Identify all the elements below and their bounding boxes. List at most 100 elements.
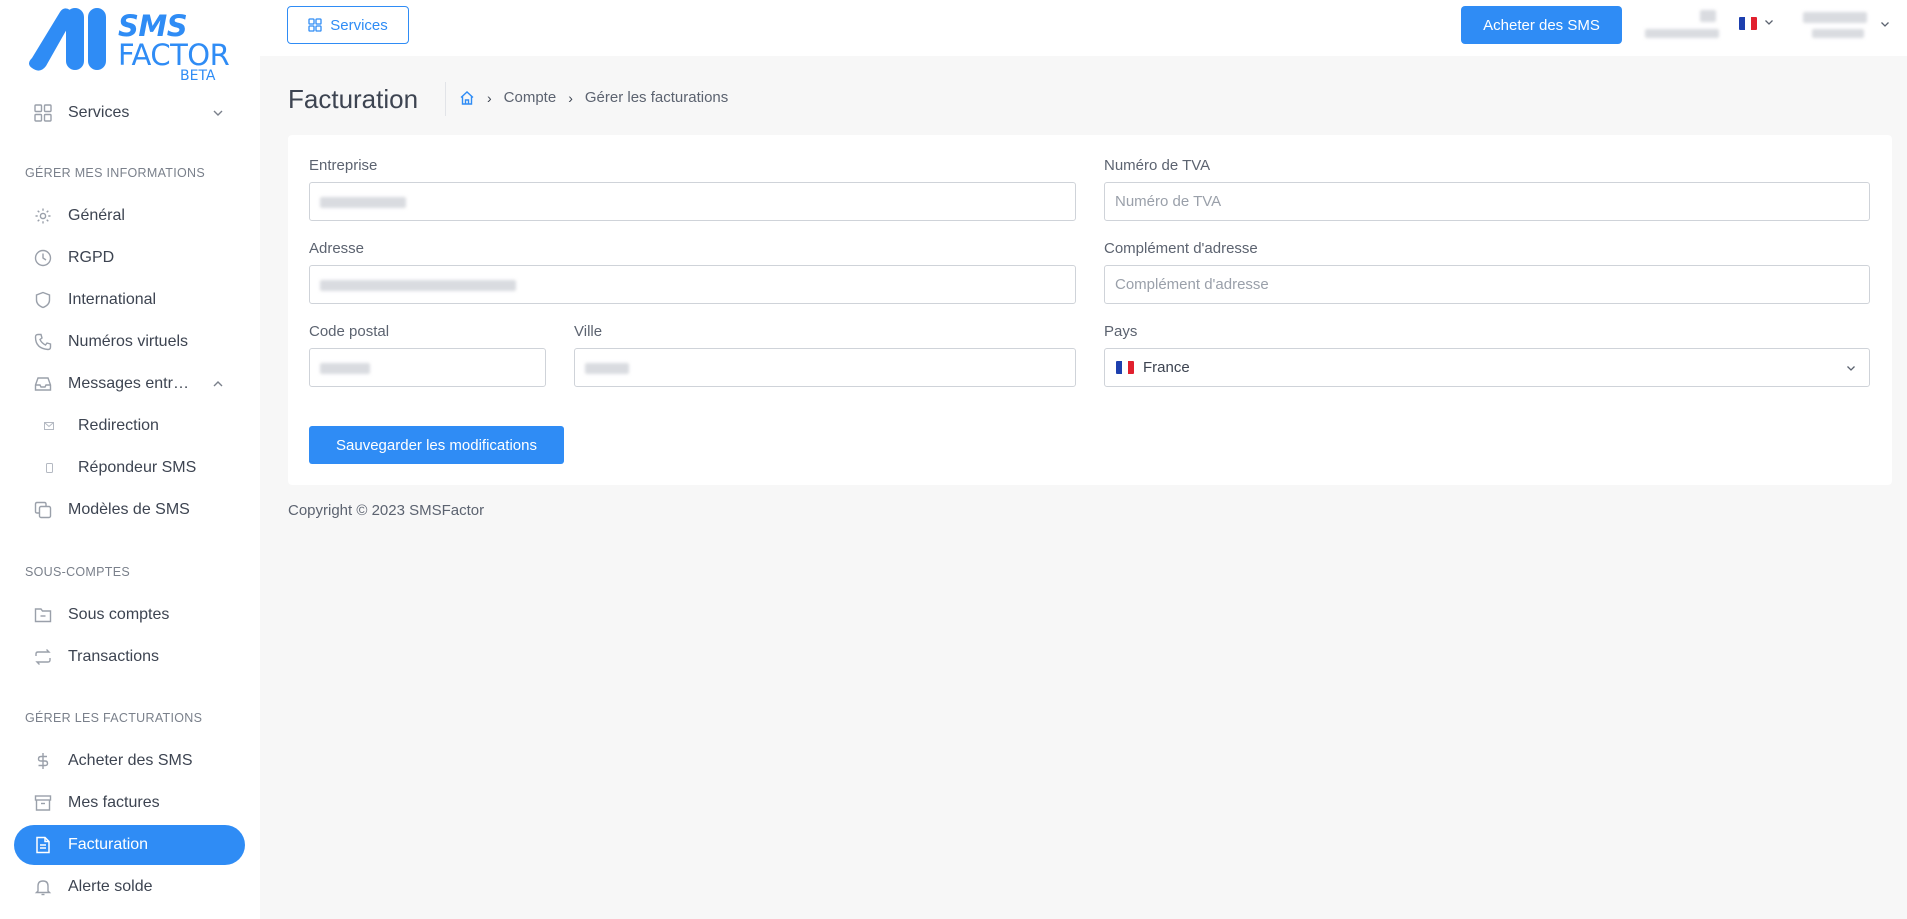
sidebar-item-label: RGPD	[68, 249, 115, 266]
sidebar-item-label: Services	[68, 104, 130, 121]
sidebar-item-numeros-virtuels[interactable]: Numéros virtuels	[14, 322, 245, 362]
gear-icon	[34, 207, 52, 225]
sidebar-item-label: Acheter des SMS	[68, 752, 193, 769]
ville-field[interactable]	[574, 348, 1076, 387]
code-postal-field[interactable]	[309, 348, 546, 387]
code-postal-value-redacted	[320, 363, 370, 374]
sidebar-item-label: International	[68, 291, 157, 308]
sidebar-item-transactions[interactable]: Transactions	[14, 637, 245, 677]
folder-icon	[34, 606, 52, 624]
entreprise-label: Entreprise	[309, 157, 378, 174]
breadcrumb-separator: ›	[487, 89, 492, 106]
header-divider	[445, 82, 446, 116]
sidebar-item-label: Sous comptes	[68, 606, 170, 623]
adresse-label: Adresse	[309, 240, 365, 257]
sidebar-item-label: Facturation	[68, 836, 149, 853]
chevron-down-icon	[1881, 22, 1889, 27]
chevron-up-icon	[213, 381, 223, 387]
shield-icon	[34, 291, 52, 309]
sidebar-item-facturation[interactable]: Facturation	[14, 825, 245, 865]
entreprise-value-redacted	[320, 197, 406, 208]
page-title: Facturation	[288, 84, 419, 114]
breadcrumb: › Compte › Gérer les facturations	[459, 89, 728, 106]
sidebar-item-label: Modèles de SMS	[68, 501, 190, 518]
archive-icon	[34, 794, 52, 812]
logo-text-factor: FACTOR	[118, 38, 230, 72]
breadcrumb-item-compte[interactable]: Compte	[504, 89, 557, 106]
entreprise-field[interactable]	[309, 182, 1076, 221]
balance-label-redacted	[1645, 29, 1719, 38]
services-button-label: Services	[330, 16, 388, 34]
pays-selected-value: France	[1143, 359, 1190, 376]
sidebar-item-sous-comptes[interactable]: Sous comptes	[14, 595, 245, 635]
france-flag-icon	[1739, 17, 1757, 30]
sidebar-item-label: Transactions	[68, 648, 159, 665]
clock-icon	[34, 249, 52, 267]
sidebar-item-services[interactable]: Services	[14, 93, 245, 133]
breadcrumb-separator: ›	[568, 89, 573, 106]
brand-logo[interactable]: SMS FACTOR BETA	[26, 6, 230, 86]
grid-icon	[34, 104, 52, 122]
pays-label: Pays	[1104, 323, 1138, 340]
mobile-icon	[44, 463, 54, 473]
copyright-text: Copyright © 2023 SMSFactor	[288, 502, 485, 519]
section-label-info: GÉRER MES INFORMATIONS	[25, 166, 205, 180]
logo-text-sms: SMS	[118, 9, 188, 43]
sidebar-item-label: Messages entr…	[68, 375, 189, 392]
sidebar-item-general[interactable]: Général	[14, 196, 245, 236]
sidebar-item-rgpd[interactable]: RGPD	[14, 238, 245, 278]
sidebar-item-label: Répondeur SMS	[78, 459, 197, 476]
complement-label: Complément d'adresse	[1104, 240, 1258, 257]
repeat-icon	[34, 648, 52, 666]
sidebar: SMS FACTOR BETA Services GÉRER MES INFOR…	[0, 0, 260, 919]
save-button[interactable]: Sauvegarder les modifications	[309, 426, 564, 464]
logo-icon	[29, 8, 106, 71]
inbox-icon	[34, 375, 52, 393]
sidebar-item-label: Alerte solde	[68, 878, 153, 895]
ville-label: Ville	[574, 323, 603, 340]
adresse-value-redacted	[320, 280, 516, 291]
sidebar-item-international[interactable]: International	[14, 280, 245, 320]
copy-icon	[34, 501, 52, 519]
chevron-down-icon	[1847, 366, 1855, 371]
sidebar-item-alerte-solde[interactable]: Alerte solde	[14, 867, 245, 907]
sidebar-subitem-redirection[interactable]: Redirection	[14, 406, 245, 446]
code-postal-label: Code postal	[309, 323, 390, 340]
sidebar-item-label: Général	[68, 207, 125, 224]
chevron-down-icon	[213, 110, 223, 116]
home-icon[interactable]	[459, 90, 475, 106]
beta-badge: BETA	[180, 68, 216, 84]
bell-icon	[34, 878, 52, 896]
file-text-icon	[34, 836, 52, 854]
sidebar-item-modeles[interactable]: Modèles de SMS	[14, 490, 245, 530]
ville-value-redacted	[585, 363, 629, 374]
dollar-icon	[34, 752, 52, 770]
complement-field[interactable]	[1104, 265, 1870, 304]
sidebar-item-label: Numéros virtuels	[68, 333, 189, 350]
pays-select[interactable]: France	[1104, 348, 1870, 387]
section-label-billing: GÉRER LES FACTURATIONS	[25, 711, 203, 725]
sidebar-subitem-repondeur[interactable]: Répondeur SMS	[14, 448, 245, 488]
breadcrumb-item-current: Gérer les facturations	[584, 89, 729, 106]
france-flag-icon	[1116, 361, 1134, 374]
tva-field[interactable]	[1104, 182, 1870, 221]
buy-sms-button-label: Acheter des SMS	[1483, 16, 1600, 34]
sidebar-item-acheter[interactable]: Acheter des SMS	[14, 741, 245, 781]
user-role-redacted	[1812, 29, 1864, 38]
user-name-redacted	[1803, 12, 1867, 23]
mail-icon	[44, 421, 54, 431]
phone-icon	[34, 333, 52, 351]
save-button-label: Sauvegarder les modifications	[336, 436, 537, 454]
balance-redacted	[1700, 10, 1716, 22]
sidebar-item-label: Mes factures	[68, 794, 160, 811]
sidebar-item-label: Redirection	[78, 417, 159, 434]
adresse-field[interactable]	[309, 265, 1076, 304]
sidebar-item-mes-factures[interactable]: Mes factures	[14, 783, 245, 823]
buy-sms-button[interactable]: Acheter des SMS	[1461, 6, 1622, 44]
section-label-subaccounts: SOUS-COMPTES	[25, 565, 130, 579]
grid-icon	[308, 18, 322, 32]
tva-label: Numéro de TVA	[1104, 157, 1211, 174]
chevron-down-icon	[1765, 20, 1773, 25]
sidebar-item-messages-entrants[interactable]: Messages entr…	[14, 364, 245, 404]
services-button[interactable]: Services	[287, 6, 409, 44]
